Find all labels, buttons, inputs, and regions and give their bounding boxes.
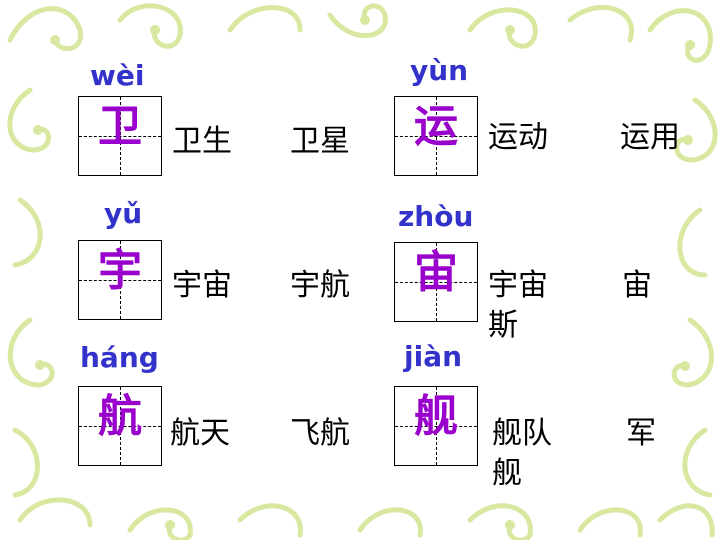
pinyin-label: yǔ bbox=[104, 197, 143, 230]
character: 航 bbox=[98, 391, 142, 442]
pinyin-label: zhòu bbox=[398, 200, 474, 233]
character-box: 宙 bbox=[394, 242, 478, 322]
pinyin-label: yùn bbox=[410, 54, 469, 87]
character-box: 宇 bbox=[78, 240, 162, 320]
character-box: 卫 bbox=[78, 96, 162, 176]
character: 宇 bbox=[98, 245, 142, 296]
vocab-word: 宙 bbox=[622, 268, 652, 303]
vocab-word: 运动 bbox=[488, 120, 548, 155]
pinyin-label: háng bbox=[80, 341, 159, 374]
character-box: 航 bbox=[78, 386, 162, 466]
vocab-word: 宇宙 bbox=[488, 268, 548, 303]
vocab-word: 宇宙 bbox=[172, 268, 232, 303]
character-box: 运 bbox=[394, 96, 478, 176]
character-box: 舰 bbox=[394, 386, 478, 466]
vocab-word: 卫星 bbox=[290, 124, 350, 159]
vocab-word: 飞航 bbox=[290, 416, 350, 451]
pinyin-label: jiàn bbox=[404, 340, 463, 373]
character: 宙 bbox=[414, 247, 458, 298]
vocab-word: 航天 bbox=[170, 416, 230, 451]
vocab-word: 斯 bbox=[488, 308, 518, 343]
pinyin-label: wèi bbox=[90, 59, 145, 92]
character: 运 bbox=[414, 101, 458, 152]
vocab-word: 舰 bbox=[492, 456, 522, 491]
vocab-word: 卫生 bbox=[172, 124, 232, 159]
vocab-word: 运用 bbox=[620, 120, 680, 155]
vocab-word: 军 bbox=[626, 416, 656, 451]
character: 卫 bbox=[98, 101, 142, 152]
vocab-word: 宇航 bbox=[290, 268, 350, 303]
character: 舰 bbox=[414, 391, 458, 442]
vocab-word: 舰队 bbox=[492, 416, 552, 451]
